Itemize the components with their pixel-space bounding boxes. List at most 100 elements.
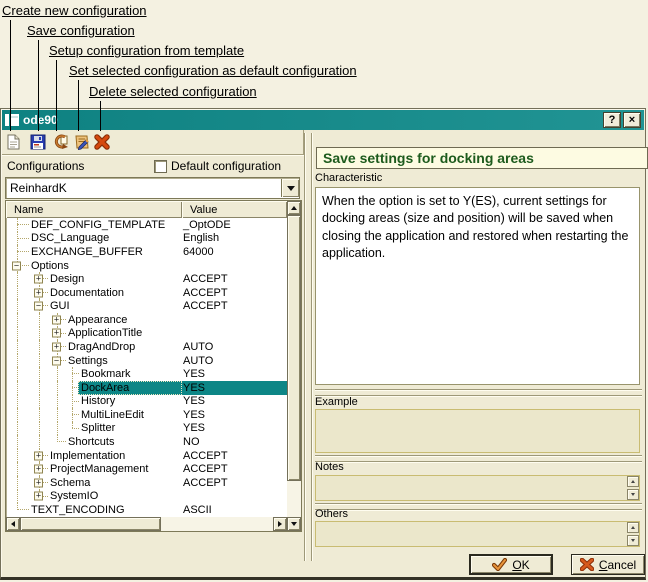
vertical-scroll-thumb[interactable] bbox=[287, 215, 301, 481]
tree-guide-line bbox=[57, 441, 66, 442]
tree-node-name: TEXT_ENCODING bbox=[31, 504, 125, 516]
annotation-line-1 bbox=[10, 20, 11, 131]
expand-toggle[interactable]: + bbox=[34, 288, 43, 297]
tree-guide-line bbox=[17, 435, 18, 449]
delete-configuration-button[interactable] bbox=[93, 133, 111, 151]
section-splitter-3[interactable] bbox=[315, 503, 642, 510]
setup-from-template-button[interactable] bbox=[51, 133, 69, 151]
new-document-icon bbox=[6, 134, 21, 150]
others-scroll-down-button[interactable] bbox=[627, 535, 639, 546]
notes-mini-scrollbar[interactable] bbox=[627, 476, 639, 500]
tree-row[interactable]: ShortcutsNO bbox=[6, 435, 287, 449]
tree-node-value: YES bbox=[183, 395, 205, 407]
tree-node-name: SystemIO bbox=[50, 490, 98, 502]
tree-guide-line bbox=[17, 299, 18, 313]
tree-guide-line bbox=[17, 251, 29, 252]
default-configuration-label: Default configuration bbox=[171, 159, 281, 173]
scroll-right-button[interactable] bbox=[273, 517, 287, 531]
tree-row[interactable]: TEXT_ENCODING ASCII bbox=[6, 503, 287, 517]
tree-guide-line bbox=[39, 435, 40, 449]
tree-guide-line bbox=[17, 395, 18, 409]
annotation-line-4 bbox=[78, 80, 79, 131]
tree-row[interactable]: +ApplicationTitle bbox=[6, 327, 287, 341]
combobox-dropdown-button[interactable] bbox=[281, 179, 299, 197]
tree-row[interactable]: DEF_CONFIG_TEMPLATE_OptODE bbox=[6, 218, 287, 232]
horizontal-scroll-thumb[interactable] bbox=[20, 517, 161, 531]
window-icon bbox=[5, 114, 19, 126]
tree-row[interactable]: +ImplementationACCEPT bbox=[6, 449, 287, 463]
collapse-toggle[interactable]: − bbox=[34, 302, 43, 311]
column-header-value[interactable]: Value bbox=[182, 201, 287, 218]
set-default-configuration-button[interactable] bbox=[73, 133, 91, 151]
new-configuration-button[interactable] bbox=[4, 133, 22, 151]
tree-guide-line bbox=[39, 340, 40, 354]
tree-row[interactable]: +DocumentationACCEPT bbox=[6, 286, 287, 300]
scroll-down-button[interactable] bbox=[287, 517, 301, 531]
close-button[interactable]: × bbox=[623, 112, 641, 128]
tree-row[interactable]: + SystemIO bbox=[6, 490, 287, 504]
expand-toggle[interactable]: + bbox=[34, 465, 43, 474]
tree-guide-line bbox=[17, 490, 18, 504]
column-header-name[interactable]: Name bbox=[6, 201, 182, 218]
tree-guide-line bbox=[17, 340, 18, 354]
tree-row[interactable]: +ProjectManagementACCEPT bbox=[6, 462, 287, 476]
screenshot-root: Create new configuration Save configurat… bbox=[0, 0, 648, 582]
arrow-down-icon bbox=[291, 522, 297, 526]
expand-toggle[interactable]: + bbox=[34, 275, 43, 284]
tree-guide-line bbox=[39, 367, 40, 381]
tree-row[interactable]: EXCHANGE_BUFFER64000 bbox=[6, 245, 287, 259]
scroll-up-button[interactable] bbox=[287, 201, 301, 215]
others-scroll-up-button[interactable] bbox=[627, 522, 639, 533]
notes-scroll-up-button[interactable] bbox=[627, 476, 639, 487]
characteristic-text-box: When the option is set to Y(ES), current… bbox=[315, 187, 640, 385]
tree-row[interactable]: History YES bbox=[6, 395, 287, 409]
section-splitter-2[interactable] bbox=[315, 455, 642, 462]
tree-row[interactable]: +DesignACCEPT bbox=[6, 272, 287, 286]
cancel-x-icon bbox=[580, 558, 594, 571]
collapse-toggle[interactable]: − bbox=[52, 356, 61, 365]
tree-row[interactable]: −Options bbox=[6, 259, 287, 273]
save-configuration-button[interactable] bbox=[29, 133, 47, 151]
tree-row[interactable]: BookmarkYES bbox=[6, 367, 287, 381]
tree-row[interactable]: DSC_LanguageEnglish bbox=[6, 232, 287, 246]
expand-toggle[interactable]: + bbox=[52, 329, 61, 338]
others-mini-scrollbar[interactable] bbox=[627, 522, 639, 546]
tree-guide-line bbox=[39, 327, 40, 341]
expand-toggle[interactable]: + bbox=[34, 451, 43, 460]
help-button[interactable]: ? bbox=[603, 112, 621, 128]
default-configuration-checkbox[interactable] bbox=[154, 160, 167, 173]
expand-toggle[interactable]: + bbox=[34, 492, 43, 501]
section-splitter-1[interactable] bbox=[315, 389, 642, 396]
tree-row[interactable]: DockAreaYES bbox=[6, 381, 287, 395]
tree-guide-line bbox=[17, 286, 18, 300]
tree-node-name: Settings bbox=[68, 355, 108, 367]
notes-scroll-down-button[interactable] bbox=[627, 489, 639, 500]
example-label: Example bbox=[315, 396, 358, 408]
notes-text-box bbox=[315, 475, 640, 501]
tree-row[interactable]: +SchemaACCEPT bbox=[6, 476, 287, 490]
tree-node-name: History bbox=[81, 395, 115, 407]
tree-guide-line bbox=[17, 509, 29, 510]
collapse-toggle[interactable]: − bbox=[12, 261, 21, 270]
tree-node-value: ACCEPT bbox=[183, 463, 228, 475]
scroll-left-button[interactable] bbox=[6, 517, 20, 531]
titlebar[interactable]: ode90 ? × bbox=[2, 110, 644, 130]
tree-row[interactable]: −SettingsAUTO bbox=[6, 354, 287, 368]
cancel-button[interactable]: Cancel bbox=[571, 554, 645, 575]
tree-row[interactable]: +DragAndDropAUTO bbox=[6, 340, 287, 354]
tree-row[interactable]: MultiLineEditYES bbox=[6, 408, 287, 422]
tree-node-value: ASCII bbox=[183, 504, 212, 516]
tree-row[interactable]: +Appearance bbox=[6, 313, 287, 327]
arrow-up-icon bbox=[631, 526, 635, 529]
expand-toggle[interactable]: + bbox=[34, 478, 43, 487]
ok-button[interactable]: OK bbox=[469, 554, 553, 575]
tree-node-name: DragAndDrop bbox=[68, 341, 135, 353]
expand-toggle[interactable]: + bbox=[52, 315, 61, 324]
configuration-combobox[interactable]: ReinhardK bbox=[5, 177, 300, 199]
tree-row[interactable]: SplitterYES bbox=[6, 422, 287, 436]
annotation-line-2 bbox=[38, 40, 39, 131]
tree-row[interactable]: −GUIACCEPT bbox=[6, 299, 287, 313]
tree-guide-line bbox=[39, 422, 40, 436]
panel-splitter[interactable] bbox=[304, 133, 312, 561]
expand-toggle[interactable]: + bbox=[52, 342, 61, 351]
